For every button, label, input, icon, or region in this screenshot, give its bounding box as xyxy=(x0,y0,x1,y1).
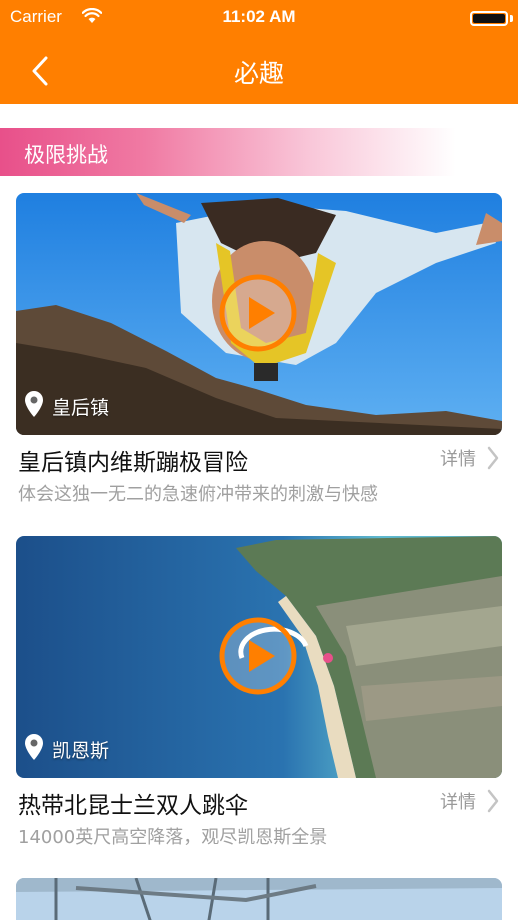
status-bar: Carrier 11:02 AM xyxy=(0,0,518,34)
location-label: 皇后镇 xyxy=(52,397,110,419)
video-thumbnail[interactable]: 皇后镇 xyxy=(16,193,502,435)
clock: 11:02 AM xyxy=(222,7,296,26)
section-header: 极限挑战 xyxy=(0,128,518,176)
card-title[interactable]: 热带北昆士兰双人跳伞 xyxy=(18,786,248,820)
location-pin-icon xyxy=(25,391,43,417)
top-bar: Carrier 11:02 AM 必趣 xyxy=(0,0,518,104)
page-title: 必趣 xyxy=(233,59,284,88)
location-label: 凯恩斯 xyxy=(52,740,110,762)
location-pin-icon xyxy=(25,734,43,760)
section-title: 极限挑战 xyxy=(24,143,108,167)
chevron-right-icon[interactable] xyxy=(486,788,500,814)
chevron-right-icon[interactable] xyxy=(486,445,500,471)
detail-link[interactable]: 详情 xyxy=(440,788,476,814)
battery-tip xyxy=(510,15,513,22)
play-button-icon[interactable] xyxy=(218,273,298,353)
detail-link[interactable]: 详情 xyxy=(440,445,476,471)
video-thumbnail-partial[interactable] xyxy=(16,878,502,920)
card-subtitle: 14000英尺高空降落，观尽凯恩斯全景 xyxy=(18,827,328,848)
play-button-icon[interactable] xyxy=(218,616,298,696)
card-title[interactable]: 皇后镇内维斯蹦极冒险 xyxy=(18,443,248,477)
card-subtitle: 体会这独一无二的急速俯冲带来的刺激与快感 xyxy=(18,484,378,505)
structure-photo xyxy=(16,878,502,920)
video-thumbnail[interactable]: 凯恩斯 xyxy=(16,536,502,778)
battery-icon xyxy=(470,11,508,26)
